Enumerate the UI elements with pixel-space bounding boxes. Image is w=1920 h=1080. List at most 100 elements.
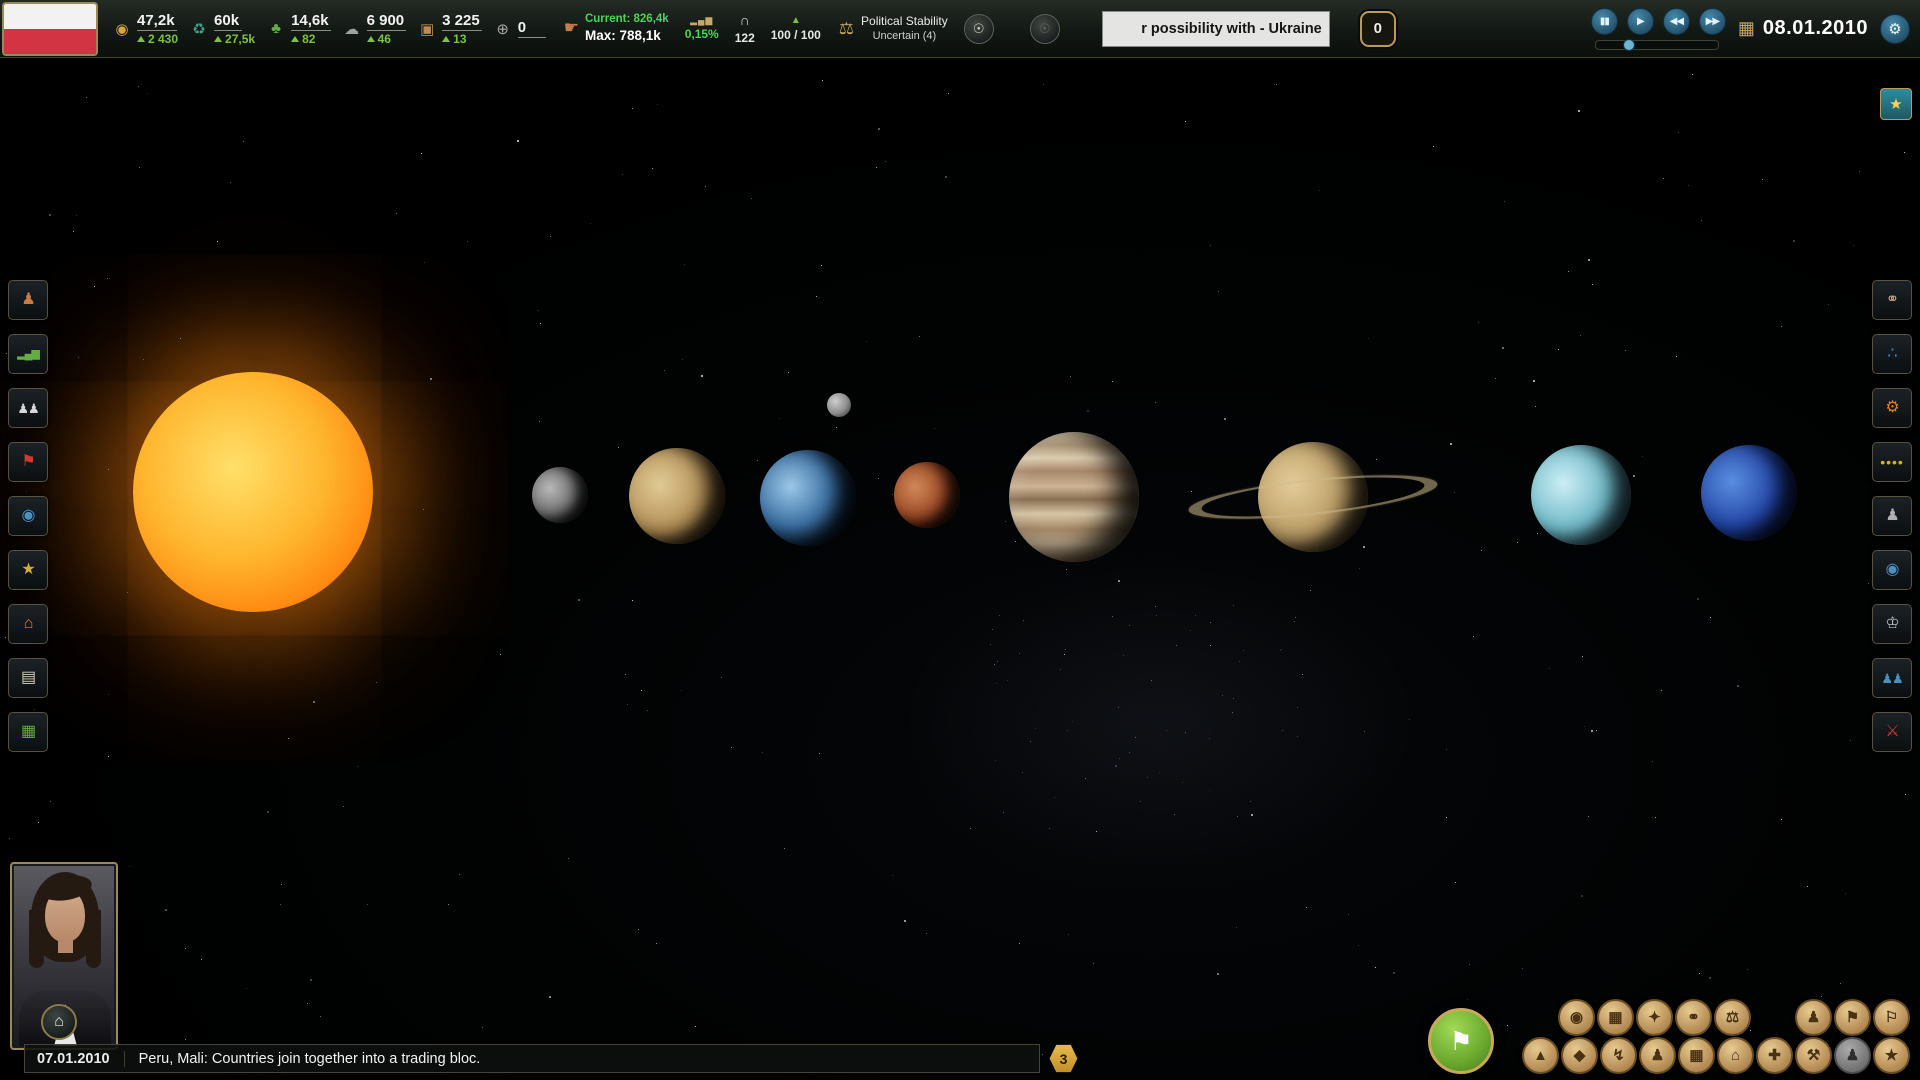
columns-icon: ⚖	[1726, 1010, 1739, 1025]
settings-button[interactable]: ⚙	[1880, 14, 1910, 44]
sidebar-advisors-button[interactable]: ♟♟	[1872, 658, 1912, 698]
main-flag-action-button[interactable]: ⚑	[1428, 1008, 1494, 1074]
resource-minerals[interactable]: ☁ 6 900 46	[342, 13, 407, 45]
country-flag[interactable]	[2, 2, 98, 56]
sidebar-personnel-button[interactable]: ♟	[1872, 496, 1912, 536]
sidebar-diplomacy-button[interactable]: ⚭	[1872, 280, 1912, 320]
action-national-flag-button[interactable]: ⚑	[1834, 999, 1871, 1036]
population-stats[interactable]: ☛ Current: 826,4k Max: 788,1k	[564, 12, 669, 44]
chip-icon: ▦	[1608, 1010, 1622, 1025]
resource-goods[interactable]: ▣ 3 225 13	[417, 13, 482, 45]
support-stat[interactable]: ▲ 100 / 100	[771, 14, 821, 44]
goods-icon: ▣	[417, 20, 437, 38]
resource-trade[interactable]: ♻ 60k 27,5k	[189, 13, 255, 45]
planet-uranus	[1531, 445, 1631, 545]
stability-podium-icon: ⚖	[839, 19, 854, 39]
goods-delta: 13	[453, 33, 466, 45]
sidebar-prestige-button[interactable]: ★	[8, 550, 48, 590]
happiness-value: 122	[735, 30, 755, 46]
org-chart-icon: ∴	[1887, 346, 1896, 362]
action-treaties-button[interactable]: ⚭	[1675, 999, 1712, 1036]
globe-icon: ◉	[1570, 1010, 1583, 1025]
sidebar-ministries-button[interactable]: ∴	[1872, 334, 1912, 374]
right-sidebar: ⚭ ∴ ⚙ •••• ♟ ◉ ♔ ♟♟ ⚔	[1872, 280, 1912, 752]
planet-venus	[629, 448, 725, 544]
sidebar-world-overview-button[interactable]: ◉	[1872, 550, 1912, 590]
sidebar-more-options-button[interactable]: ••••	[1872, 442, 1912, 482]
grid-icon: ▦	[1689, 1048, 1703, 1063]
stability-title: Political Stability	[861, 13, 948, 29]
flag-red-stripe	[4, 29, 96, 54]
resource-treasury[interactable]: ◉ 47,2k 2 430	[112, 13, 178, 45]
planet-jupiter	[1009, 432, 1139, 562]
rewind-button[interactable]: ◀◀	[1663, 8, 1690, 35]
special-value: 0	[518, 20, 546, 38]
growth-stat[interactable]: ▂▄▆ 0,15%	[685, 14, 719, 42]
sidebar-demographics-button[interactable]: ♟	[8, 280, 48, 320]
action-world-button[interactable]: ◉	[1558, 999, 1595, 1036]
person-icon: ♟	[1885, 508, 1898, 524]
sidebar-politics-button[interactable]: ⚑	[8, 442, 48, 482]
action-exploration-button[interactable]: ★	[1873, 1037, 1910, 1074]
trade-value: 60k	[214, 13, 242, 31]
trade-delta: 27,5k	[225, 33, 255, 45]
ministry-action-bar: ◉ ▦ ✦ ⚭ ⚖ ♟ ⚑ ⚐ ▲ ◆ ↯ ♟ ▦ ⌂ ✚ ⚒ ♟ ★	[1522, 999, 1910, 1074]
sidebar-government-button[interactable]: ♔	[1872, 604, 1912, 644]
action-economy-button[interactable]: ⚖	[1714, 999, 1751, 1036]
goods-value: 3 225	[442, 13, 482, 31]
action-territories-button[interactable]: ⚐	[1873, 999, 1910, 1036]
sidebar-population-button[interactable]: ♟♟	[8, 388, 48, 428]
action-row-2: ▲ ◆ ↯ ♟ ▦ ⌂ ✚ ⚒ ♟ ★	[1522, 1037, 1910, 1074]
flag-icon: ⚑	[1846, 1010, 1859, 1025]
action-environment-button[interactable]: ▲	[1522, 1037, 1559, 1074]
action-points-badge[interactable]: 0	[1360, 11, 1396, 47]
political-stability[interactable]: ⚖ Political Stability Uncertain (4)	[839, 13, 948, 44]
hint-bulb-inactive-button[interactable]: ☉	[1030, 14, 1060, 44]
slider-knob[interactable]	[1623, 39, 1635, 51]
sidebar-regions-button[interactable]: ⌂	[8, 604, 48, 644]
action-technology-button[interactable]: ▦	[1597, 999, 1634, 1036]
sidebar-administration-button[interactable]: ⚙	[1872, 388, 1912, 428]
resource-natural[interactable]: ♣ 14,6k 82	[266, 13, 331, 45]
news-ticker-preview[interactable]: r possibility with - Ukraine	[1102, 11, 1330, 47]
action-healthcare-button[interactable]: ✚	[1756, 1037, 1793, 1074]
planet-mars	[894, 462, 960, 528]
calendar-icon: ▦	[1738, 18, 1755, 39]
action-infrastructure-button[interactable]: ▦	[1678, 1037, 1715, 1074]
game-speed-slider[interactable]	[1595, 40, 1719, 50]
population-current: Current: 826,4k	[585, 12, 669, 27]
action-finance-button[interactable]: ⌂	[1717, 1037, 1754, 1074]
planet-earth	[760, 450, 856, 546]
bank-icon: ⌂	[1731, 1048, 1740, 1063]
action-advisor-button[interactable]: ♟	[1834, 1037, 1871, 1074]
sidebar-foreign-affairs-button[interactable]: ◉	[8, 496, 48, 536]
sidebar-laws-button[interactable]: ▤	[8, 658, 48, 698]
government-building-button[interactable]: ⌂	[41, 1004, 77, 1040]
natural-delta: 82	[302, 33, 315, 45]
action-projects-button[interactable]: ✦	[1636, 999, 1673, 1036]
quick-access-button[interactable]: ★	[1880, 88, 1912, 120]
pause-button[interactable]: ▮▮	[1591, 8, 1618, 35]
flag-white-stripe	[4, 4, 96, 29]
action-society-button[interactable]: ♟	[1639, 1037, 1676, 1074]
resource-special[interactable]: ⊕ 0	[493, 20, 546, 38]
action-defense-button[interactable]: ◆	[1561, 1037, 1598, 1074]
action-industry-button[interactable]: ⚒	[1795, 1037, 1832, 1074]
happiness-stat[interactable]: ∩ 122	[735, 11, 755, 46]
play-button[interactable]: ▶	[1627, 8, 1654, 35]
news-date: 07.01.2010	[37, 1051, 125, 1067]
population-icon: ♟♟	[17, 402, 38, 415]
fast-forward-button[interactable]: ▶▶	[1699, 8, 1726, 35]
treasury-value: 47,2k	[137, 13, 177, 31]
hint-bulb-active-button[interactable]: ☉	[964, 14, 994, 44]
space-map[interactable]	[0, 0, 1920, 1080]
news-ticker-bar[interactable]: 07.01.2010 Peru, Mali: Countries join to…	[24, 1044, 1040, 1073]
top-resource-bar: ◉ 47,2k 2 430 ♻ 60k 27,5k ♣ 14,6k 82	[0, 0, 1920, 58]
action-energy-button[interactable]: ↯	[1600, 1037, 1637, 1074]
sidebar-war-button[interactable]: ⚔	[1872, 712, 1912, 752]
sidebar-map-modes-button[interactable]: ▦	[8, 712, 48, 752]
action-leaders-button[interactable]: ♟	[1795, 999, 1832, 1036]
treasury-delta: 2 430	[148, 33, 178, 45]
sidebar-economy-button[interactable]: ▂▄▆	[8, 334, 48, 374]
natural-value: 14,6k	[291, 13, 331, 31]
